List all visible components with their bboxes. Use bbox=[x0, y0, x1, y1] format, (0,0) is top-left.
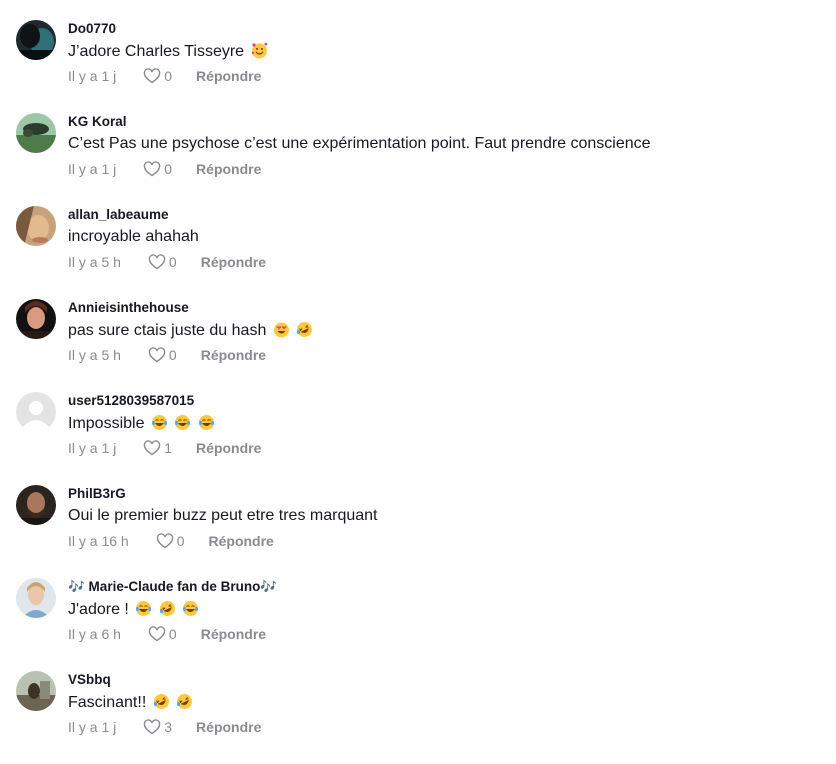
reply-button[interactable]: Répondre bbox=[196, 68, 261, 84]
comment-text: Oui le premier buzz peut etre tres marqu… bbox=[68, 507, 377, 525]
comment-username[interactable]: VSbbq bbox=[68, 672, 111, 687]
comment-item: KG Koral C’est Pas une psychose c’est un… bbox=[0, 113, 836, 206]
face-with-hearts-laughing-icon bbox=[273, 321, 290, 338]
reply-button[interactable]: Répondre bbox=[196, 719, 261, 735]
comment-username[interactable]: Do0770 bbox=[68, 21, 116, 36]
comment-item: allan_labeaume incroyable ahahah Il y a … bbox=[0, 206, 836, 299]
reply-button[interactable]: Répondre bbox=[196, 440, 261, 456]
avatar[interactable] bbox=[16, 299, 56, 339]
rolling-on-floor-laughing-icon bbox=[153, 693, 170, 710]
comment-time: Il y a 1 j bbox=[68, 68, 117, 84]
comment-text: Fascinant!! bbox=[68, 693, 193, 712]
comment-meta: Il y a 1 j 0 Répondre bbox=[68, 160, 261, 178]
avatar[interactable] bbox=[16, 671, 56, 711]
comment-item: Do0770 J’adore Charles Tisseyre Il y a 1… bbox=[0, 20, 836, 113]
reply-button[interactable]: Répondre bbox=[201, 347, 266, 363]
comment-text: incroyable ahahah bbox=[68, 228, 199, 246]
comment-time: Il y a 1 j bbox=[68, 161, 117, 177]
like-button[interactable]: 0 bbox=[143, 68, 172, 84]
heart-icon bbox=[148, 254, 166, 270]
heart-icon bbox=[144, 719, 161, 735]
comment-username[interactable]: allan_labeaume bbox=[68, 207, 169, 222]
rolling-on-floor-laughing-icon bbox=[176, 693, 193, 710]
comment-text-body: J'adore ! bbox=[68, 601, 129, 618]
avatar[interactable] bbox=[16, 20, 56, 60]
comment-meta: Il y a 1 j 3 Répondre bbox=[68, 718, 261, 736]
comment-username[interactable]: 🎶 Marie-Claude fan de Bruno🎶 bbox=[68, 579, 277, 595]
like-button[interactable]: 0 bbox=[148, 347, 177, 363]
comment-item: 🎶 Marie-Claude fan de Bruno🎶 J'adore ! I… bbox=[0, 578, 836, 671]
comment-meta: Il y a 6 h 0 Répondre bbox=[68, 625, 266, 643]
comment-username[interactable]: KG Koral bbox=[68, 114, 127, 129]
comment-item: VSbbq Fascinant!! Il y a 1 j 3 Répondre bbox=[0, 671, 836, 764]
comment-meta: Il y a 16 h 0 Répondre bbox=[68, 532, 274, 550]
comment-item: PhilB3rG Oui le premier buzz peut etre t… bbox=[0, 485, 836, 578]
heart-icon bbox=[144, 68, 161, 84]
comment-time: Il y a 5 h bbox=[68, 347, 121, 363]
like-count: 3 bbox=[164, 719, 173, 735]
tears-of-joy-icon bbox=[174, 414, 191, 431]
comment-text-body: C’est Pas une psychose c’est une expérim… bbox=[68, 135, 651, 152]
rolling-on-floor-laughing-icon bbox=[296, 321, 313, 338]
comment-username[interactable]: PhilB3rG bbox=[68, 486, 126, 501]
like-count: 0 bbox=[164, 68, 173, 84]
comment-time: Il y a 5 h bbox=[68, 254, 121, 270]
comment-meta: Il y a 5 h 0 Répondre bbox=[68, 253, 266, 271]
comment-text-body: Impossible bbox=[68, 415, 145, 432]
avatar[interactable] bbox=[16, 392, 56, 432]
comment-text-body: J’adore Charles Tisseyre bbox=[68, 43, 245, 60]
heart-icon bbox=[156, 533, 173, 549]
avatar[interactable] bbox=[16, 206, 56, 246]
heart-icon bbox=[148, 626, 166, 642]
like-button[interactable]: 0 bbox=[143, 161, 172, 177]
comment-time: Il y a 1 j bbox=[68, 719, 117, 735]
comment-item: Annieisinthehouse pas sure ctais juste d… bbox=[0, 299, 836, 392]
comment-meta: Il y a 5 h 0 Répondre bbox=[68, 346, 266, 364]
reply-button[interactable]: Répondre bbox=[201, 626, 266, 642]
comment-text-body: incroyable ahahah bbox=[68, 228, 199, 245]
tears-of-joy-icon bbox=[198, 414, 215, 431]
tears-of-joy-icon bbox=[135, 600, 152, 617]
comment-text: C’est Pas une psychose c’est une expérim… bbox=[68, 135, 651, 153]
comment-text-body: pas sure ctais juste du hash bbox=[68, 322, 267, 339]
comment-meta: Il y a 1 j 0 Répondre bbox=[68, 67, 261, 85]
like-count: 0 bbox=[168, 347, 177, 363]
comment-text: J'adore ! bbox=[68, 600, 199, 619]
comment-time: Il y a 16 h bbox=[68, 533, 129, 549]
heart-icon bbox=[148, 347, 166, 363]
tears-of-joy-icon bbox=[151, 414, 168, 431]
reply-button[interactable]: Répondre bbox=[196, 161, 261, 177]
like-count: 0 bbox=[168, 254, 177, 270]
comment-text: Impossible bbox=[68, 414, 215, 433]
like-button[interactable]: 3 bbox=[143, 719, 172, 735]
avatar[interactable] bbox=[16, 113, 56, 153]
like-count: 0 bbox=[176, 533, 185, 549]
comment-text: pas sure ctais juste du hash bbox=[68, 321, 313, 340]
like-count: 0 bbox=[164, 161, 173, 177]
like-button[interactable]: 1 bbox=[143, 440, 172, 456]
comment-username[interactable]: user5128039587015 bbox=[68, 393, 194, 408]
like-button[interactable]: 0 bbox=[156, 533, 185, 549]
comment-username[interactable]: Annieisinthehouse bbox=[68, 300, 189, 315]
like-button[interactable]: 0 bbox=[148, 626, 177, 642]
tears-of-joy-icon bbox=[182, 600, 199, 617]
avatar[interactable] bbox=[16, 485, 56, 525]
comment-time: Il y a 6 h bbox=[68, 626, 121, 642]
avatar[interactable] bbox=[16, 578, 56, 618]
reply-button[interactable]: Répondre bbox=[209, 533, 274, 549]
heart-icon bbox=[144, 161, 161, 177]
smiling-face-with-hearts-icon bbox=[251, 42, 268, 59]
reply-button[interactable]: Répondre bbox=[201, 254, 266, 270]
like-count: 0 bbox=[168, 626, 177, 642]
rolling-on-floor-laughing-icon bbox=[159, 600, 176, 617]
comment-text-body: Fascinant!! bbox=[68, 694, 147, 711]
comment-text: J’adore Charles Tisseyre bbox=[68, 42, 268, 61]
comment-item: user5128039587015 Impossible Il y a 1 j … bbox=[0, 392, 836, 485]
like-count: 1 bbox=[164, 440, 173, 456]
heart-icon bbox=[144, 440, 161, 456]
comment-text-body: Oui le premier buzz peut etre tres marqu… bbox=[68, 507, 378, 524]
comment-meta: Il y a 1 j 1 Répondre bbox=[68, 439, 261, 457]
comment-time: Il y a 1 j bbox=[68, 440, 117, 456]
like-button[interactable]: 0 bbox=[148, 254, 177, 270]
